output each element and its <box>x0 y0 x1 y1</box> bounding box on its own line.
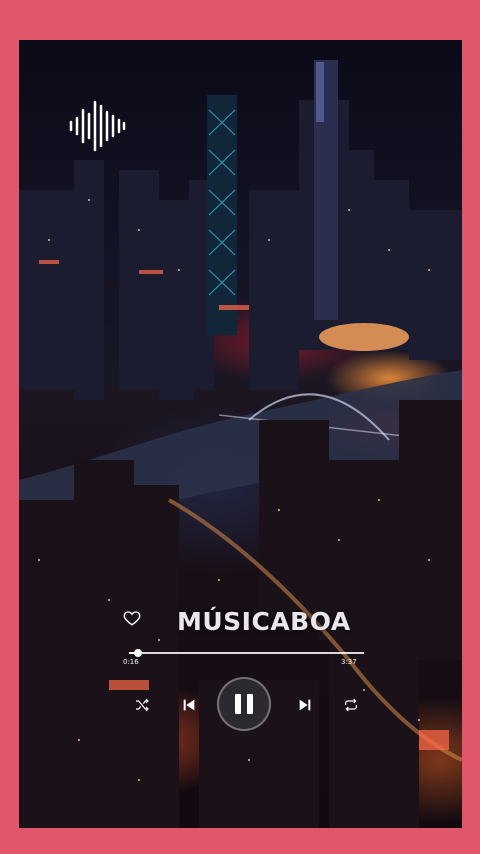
progress-bar[interactable] <box>129 652 364 654</box>
video-frame: MÚSICABOA 0:16 3:37 <box>19 40 462 828</box>
total-time: 3:37 <box>341 658 357 666</box>
elapsed-time: 0:16 <box>123 658 139 666</box>
progress-handle[interactable] <box>134 649 143 657</box>
skip-previous-icon[interactable] <box>181 697 197 713</box>
pause-button[interactable] <box>217 677 271 731</box>
music-player: MÚSICABOA 0:16 3:37 <box>119 605 389 745</box>
pause-icon <box>235 694 241 714</box>
track-title: MÚSICABOA <box>177 607 351 636</box>
pause-icon <box>247 694 253 714</box>
soundwave-icon <box>69 100 126 152</box>
skip-next-icon[interactable] <box>297 697 313 713</box>
shuffle-icon[interactable] <box>134 697 150 713</box>
repeat-icon[interactable] <box>343 697 359 713</box>
heart-outline-icon[interactable] <box>123 609 141 627</box>
